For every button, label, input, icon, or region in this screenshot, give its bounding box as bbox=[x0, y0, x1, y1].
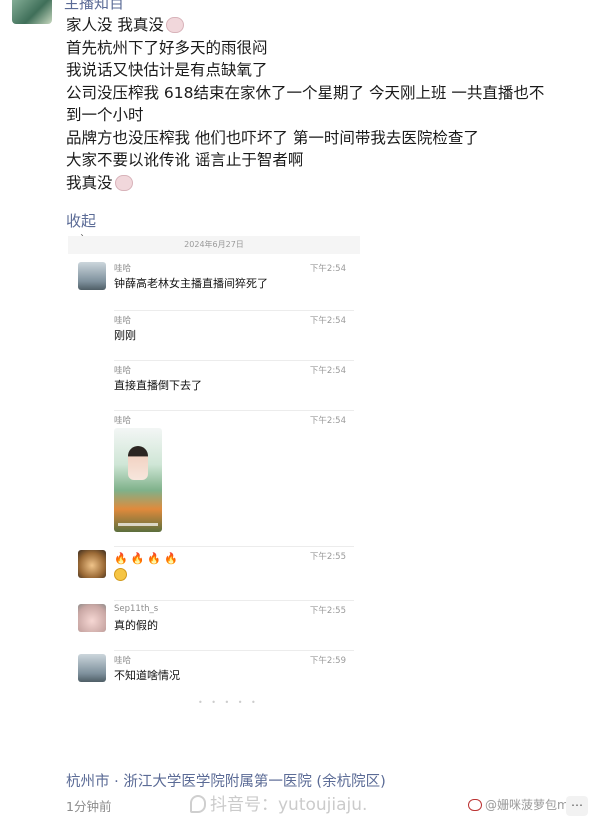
weibo-watermark-text: @姗咪菠萝包my bbox=[485, 798, 576, 812]
message-text: 刚刚 bbox=[114, 329, 136, 342]
sender-name: 哇哈 bbox=[114, 366, 132, 376]
fire-emoji-icon: 🔥🔥🔥🔥 bbox=[114, 552, 181, 565]
avatar bbox=[78, 654, 106, 682]
avatar bbox=[78, 262, 106, 290]
divider bbox=[114, 600, 354, 601]
message-text: 不知道啥情况 bbox=[114, 669, 180, 682]
message-text: 直接直播倒下去了 bbox=[114, 379, 202, 392]
divider bbox=[114, 650, 354, 651]
message-time: 下午2:55 bbox=[309, 606, 346, 616]
divider bbox=[114, 410, 354, 411]
sender-name: 哇哈 bbox=[114, 316, 132, 326]
post-line: 品牌方也没压榨我 他们也吓坏了 第一时间带我去医院检查了 bbox=[66, 128, 479, 147]
video-progress-bar bbox=[118, 523, 158, 526]
message-text: 真的假的 bbox=[114, 619, 158, 632]
chat-date: 2024年6月27日 bbox=[184, 240, 244, 249]
post-line: 到一个小时 bbox=[66, 106, 144, 124]
post-line: 大家不要以讹传讹 谣言止于智者啊 bbox=[66, 151, 304, 169]
post-line: 公司没压榨我 618结束在家休了一个星期了 今天刚上班 一共直播也不 bbox=[66, 83, 545, 102]
author-name[interactable]: 主播知百 bbox=[64, 0, 124, 13]
author-avatar[interactable] bbox=[12, 0, 52, 24]
divider bbox=[114, 546, 354, 547]
weibo-logo-icon bbox=[468, 799, 482, 811]
post-body: 家人没 我真没 首先杭州下了好多天的雨很闷 我说话又快估计是有点缺氧了 公司没压… bbox=[66, 14, 586, 194]
douyin-watermark: 抖音号：yutoujiaju. bbox=[190, 790, 367, 815]
message-time: 下午2:54 bbox=[309, 366, 346, 376]
more-options-icon[interactable]: ⋯ bbox=[566, 796, 588, 816]
divider bbox=[114, 360, 354, 361]
douyin-watermark-text: 抖音号：yutoujiaju. bbox=[210, 795, 368, 815]
divider bbox=[114, 310, 354, 311]
sender-name: Sep11th_s bbox=[114, 604, 159, 614]
page-dots: • • • • • bbox=[198, 698, 259, 707]
sender-name: 哇哈 bbox=[114, 416, 132, 426]
sender-name: 哇哈 bbox=[114, 264, 132, 274]
message-time: 下午2:54 bbox=[309, 316, 346, 326]
post-line: 家人没 我真没 bbox=[66, 16, 164, 34]
weibo-watermark: @姗咪菠萝包my bbox=[468, 796, 576, 813]
post-line: 我说话又快估计是有点缺氧了 bbox=[66, 61, 268, 79]
message-time: 下午2:59 bbox=[309, 656, 346, 666]
location-link[interactable]: 杭州市 · 浙江大学医学院附属第一医院 (余杭院区) bbox=[66, 770, 386, 791]
mouse-face-icon bbox=[165, 17, 184, 33]
mouse-face-icon bbox=[114, 174, 133, 191]
collapse-button[interactable]: 收起 bbox=[66, 210, 96, 231]
avatar bbox=[78, 550, 106, 578]
message-time: 下午2:54 bbox=[309, 416, 346, 426]
post-line: 首先杭州下了好多天的雨很闷 bbox=[66, 38, 268, 57]
post-time: 1分钟前 bbox=[66, 799, 112, 814]
message-time: 下午2:54 bbox=[309, 264, 346, 274]
post-line: 我真没 bbox=[66, 173, 113, 192]
chat-screenshot-image[interactable]: ˋ 2024年6月27日 哇哈 下午2:54 钟薛高老林女主播直播间猝死了 哇哈… bbox=[68, 234, 360, 707]
avatar bbox=[78, 604, 106, 632]
douyin-logo-icon bbox=[190, 795, 206, 813]
video-thumbnail[interactable] bbox=[114, 428, 162, 532]
streamer-figure bbox=[128, 446, 148, 480]
message-text: 钟薛高老林女主播直播间猝死了 bbox=[114, 277, 268, 290]
message-time: 下午2:55 bbox=[309, 552, 346, 562]
astonished-face-icon bbox=[114, 568, 127, 581]
sender-name: 哇哈 bbox=[114, 656, 132, 666]
